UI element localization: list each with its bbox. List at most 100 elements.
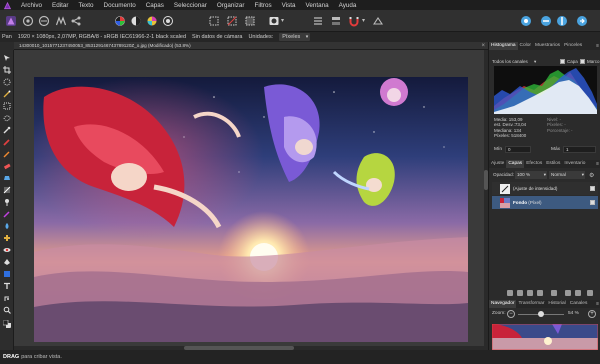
- snapping-dropdown-icon[interactable]: ▾: [362, 17, 365, 24]
- layer-visibility-checkbox[interactable]: [590, 186, 595, 191]
- marquee-checkbox[interactable]: [580, 59, 585, 64]
- assistant-icon[interactable]: [520, 15, 532, 27]
- add-pixel-layer-icon[interactable]: [565, 290, 571, 296]
- duplicate-layer-icon[interactable]: [575, 290, 581, 296]
- erase-brush-tool-icon[interactable]: [3, 162, 11, 170]
- layer-row[interactable]: (Ajuste de intensidad): [492, 182, 598, 195]
- pen-tool-icon[interactable]: [3, 258, 11, 266]
- channel-dropdown-icon[interactable]: ▾: [534, 58, 536, 65]
- max-field[interactable]: 1: [563, 146, 596, 153]
- menu-documento[interactable]: Documento: [99, 2, 141, 9]
- snapping-magnet-icon[interactable]: [348, 15, 360, 27]
- tab-navegador[interactable]: Navegador: [489, 300, 517, 308]
- arrange-icon[interactable]: [330, 15, 342, 27]
- layer-mask-icon[interactable]: [527, 290, 533, 296]
- layer-adjustment-icon[interactable]: [517, 290, 523, 296]
- flood-select-tool-icon[interactable]: [3, 90, 11, 98]
- units-select[interactable]: Píxeles: [279, 33, 311, 41]
- zoom-tool-icon[interactable]: [3, 306, 11, 314]
- tab-inventario[interactable]: Inventario: [562, 160, 587, 168]
- crop-tool-icon[interactable]: [3, 66, 11, 74]
- quick-mask-dropdown-icon[interactable]: ▾: [281, 17, 284, 24]
- tab-pinceles[interactable]: Pinceles: [562, 42, 584, 50]
- layer-fx-icon[interactable]: [507, 290, 513, 296]
- tab-efectos[interactable]: Efectos: [524, 160, 544, 168]
- tab-canales[interactable]: Canales: [568, 300, 590, 308]
- auto-white-balance-icon[interactable]: [162, 15, 174, 27]
- tab-muestrarios[interactable]: Muestrarios: [533, 42, 562, 50]
- menu-ventana[interactable]: Ventana: [301, 2, 334, 9]
- layer-gear-icon[interactable]: ⚙: [589, 172, 594, 179]
- layers-panel-menu-icon[interactable]: ≡: [596, 161, 599, 167]
- menu-editar[interactable]: Editar: [47, 2, 73, 9]
- invert-selection-icon[interactable]: [244, 15, 256, 27]
- menu-archivo[interactable]: Archivo: [16, 2, 47, 9]
- dodge-tool-icon[interactable]: [3, 198, 11, 206]
- develop-persona-icon[interactable]: [38, 15, 50, 27]
- layer-checkbox[interactable]: [560, 59, 565, 64]
- auto-levels-icon[interactable]: [114, 15, 126, 27]
- menu-vista[interactable]: Vista: [277, 2, 301, 9]
- text-tool-icon[interactable]: [3, 282, 11, 290]
- menu-capas[interactable]: Capas: [141, 2, 169, 9]
- selection-brush-tool-icon[interactable]: [3, 78, 11, 86]
- layer-row[interactable]: Fondo (Píxel): [492, 196, 598, 209]
- export-persona-shortcut-icon[interactable]: [576, 15, 588, 27]
- healing-brush-tool-icon[interactable]: [3, 234, 11, 242]
- smudge-tool-icon[interactable]: [3, 222, 11, 230]
- rectangular-marquee-tool-icon[interactable]: [3, 102, 11, 110]
- layer-visibility-checkbox[interactable]: [590, 200, 595, 205]
- zoom-in-icon[interactable]: +: [588, 310, 596, 318]
- tone-mapping-persona-icon[interactable]: [55, 15, 67, 27]
- selection-marquee-icon[interactable]: [208, 15, 220, 27]
- red-eye-tool-icon[interactable]: [3, 246, 11, 254]
- menu-seleccionar[interactable]: Seleccionar: [169, 2, 212, 9]
- deselect-icon[interactable]: [226, 15, 238, 27]
- export-persona-icon[interactable]: [70, 15, 82, 27]
- tab-histograma[interactable]: Histograma: [489, 42, 518, 50]
- freehand-selection-tool-icon[interactable]: [3, 114, 11, 122]
- close-document-icon[interactable]: ×: [481, 42, 485, 50]
- pixel-tool-icon[interactable]: [3, 150, 11, 158]
- tab-color[interactable]: Color: [518, 42, 533, 50]
- tab-transformar[interactable]: Transformar: [516, 300, 546, 308]
- rectangle-tool-icon[interactable]: [3, 270, 11, 278]
- navigator-panel-menu-icon[interactable]: ≡: [596, 301, 599, 307]
- view-mode-icon[interactable]: [540, 15, 552, 27]
- flood-fill-tool-icon[interactable]: [3, 174, 11, 182]
- menu-organizar[interactable]: Organizar: [212, 2, 250, 9]
- foreground-background-color-icon[interactable]: [3, 320, 11, 328]
- color-picker-tool-icon[interactable]: [3, 126, 11, 134]
- menu-filtros[interactable]: Filtros: [249, 2, 276, 9]
- liquify-persona-icon[interactable]: [22, 15, 34, 27]
- layer-live-filter-icon[interactable]: [537, 290, 543, 296]
- tab-historial[interactable]: Historial: [546, 300, 567, 308]
- auto-contrast-icon[interactable]: [130, 15, 142, 27]
- split-view-icon[interactable]: [556, 15, 568, 27]
- paint-brush-tool-icon[interactable]: [3, 138, 11, 146]
- tab-ajuste[interactable]: Ajuste: [489, 160, 506, 168]
- opacity-select[interactable]: 100 %: [515, 171, 547, 179]
- quick-mask-icon[interactable]: [268, 15, 280, 27]
- move-tool-icon[interactable]: [3, 54, 11, 62]
- panel-menu-icon[interactable]: ≡: [596, 43, 599, 49]
- channel-select[interactable]: Todos los canales: [492, 58, 528, 65]
- document-tab[interactable]: 14300010_1015771237450053_85312914674378…: [16, 42, 194, 50]
- zoom-slider-handle[interactable]: [538, 311, 544, 317]
- tab-capas[interactable]: Capas: [506, 160, 525, 168]
- blend-mode-select[interactable]: Normal: [549, 171, 585, 179]
- navigator-preview[interactable]: [492, 324, 598, 350]
- constraints-icon[interactable]: [372, 15, 384, 27]
- min-field[interactable]: 0: [505, 146, 531, 153]
- align-icon[interactable]: [312, 15, 324, 27]
- menu-ayuda[interactable]: Ayuda: [334, 2, 362, 9]
- layer-group-icon[interactable]: [551, 290, 557, 296]
- zoom-out-icon[interactable]: −: [507, 310, 515, 318]
- canvas-area[interactable]: [14, 50, 488, 350]
- view-tool-icon[interactable]: [3, 294, 11, 302]
- clone-brush-tool-icon[interactable]: [3, 210, 11, 218]
- menu-texto[interactable]: Texto: [73, 2, 98, 9]
- photo-persona-icon[interactable]: [5, 15, 17, 27]
- delete-layer-icon[interactable]: [587, 290, 593, 296]
- tab-estilos[interactable]: Estilos: [544, 160, 562, 168]
